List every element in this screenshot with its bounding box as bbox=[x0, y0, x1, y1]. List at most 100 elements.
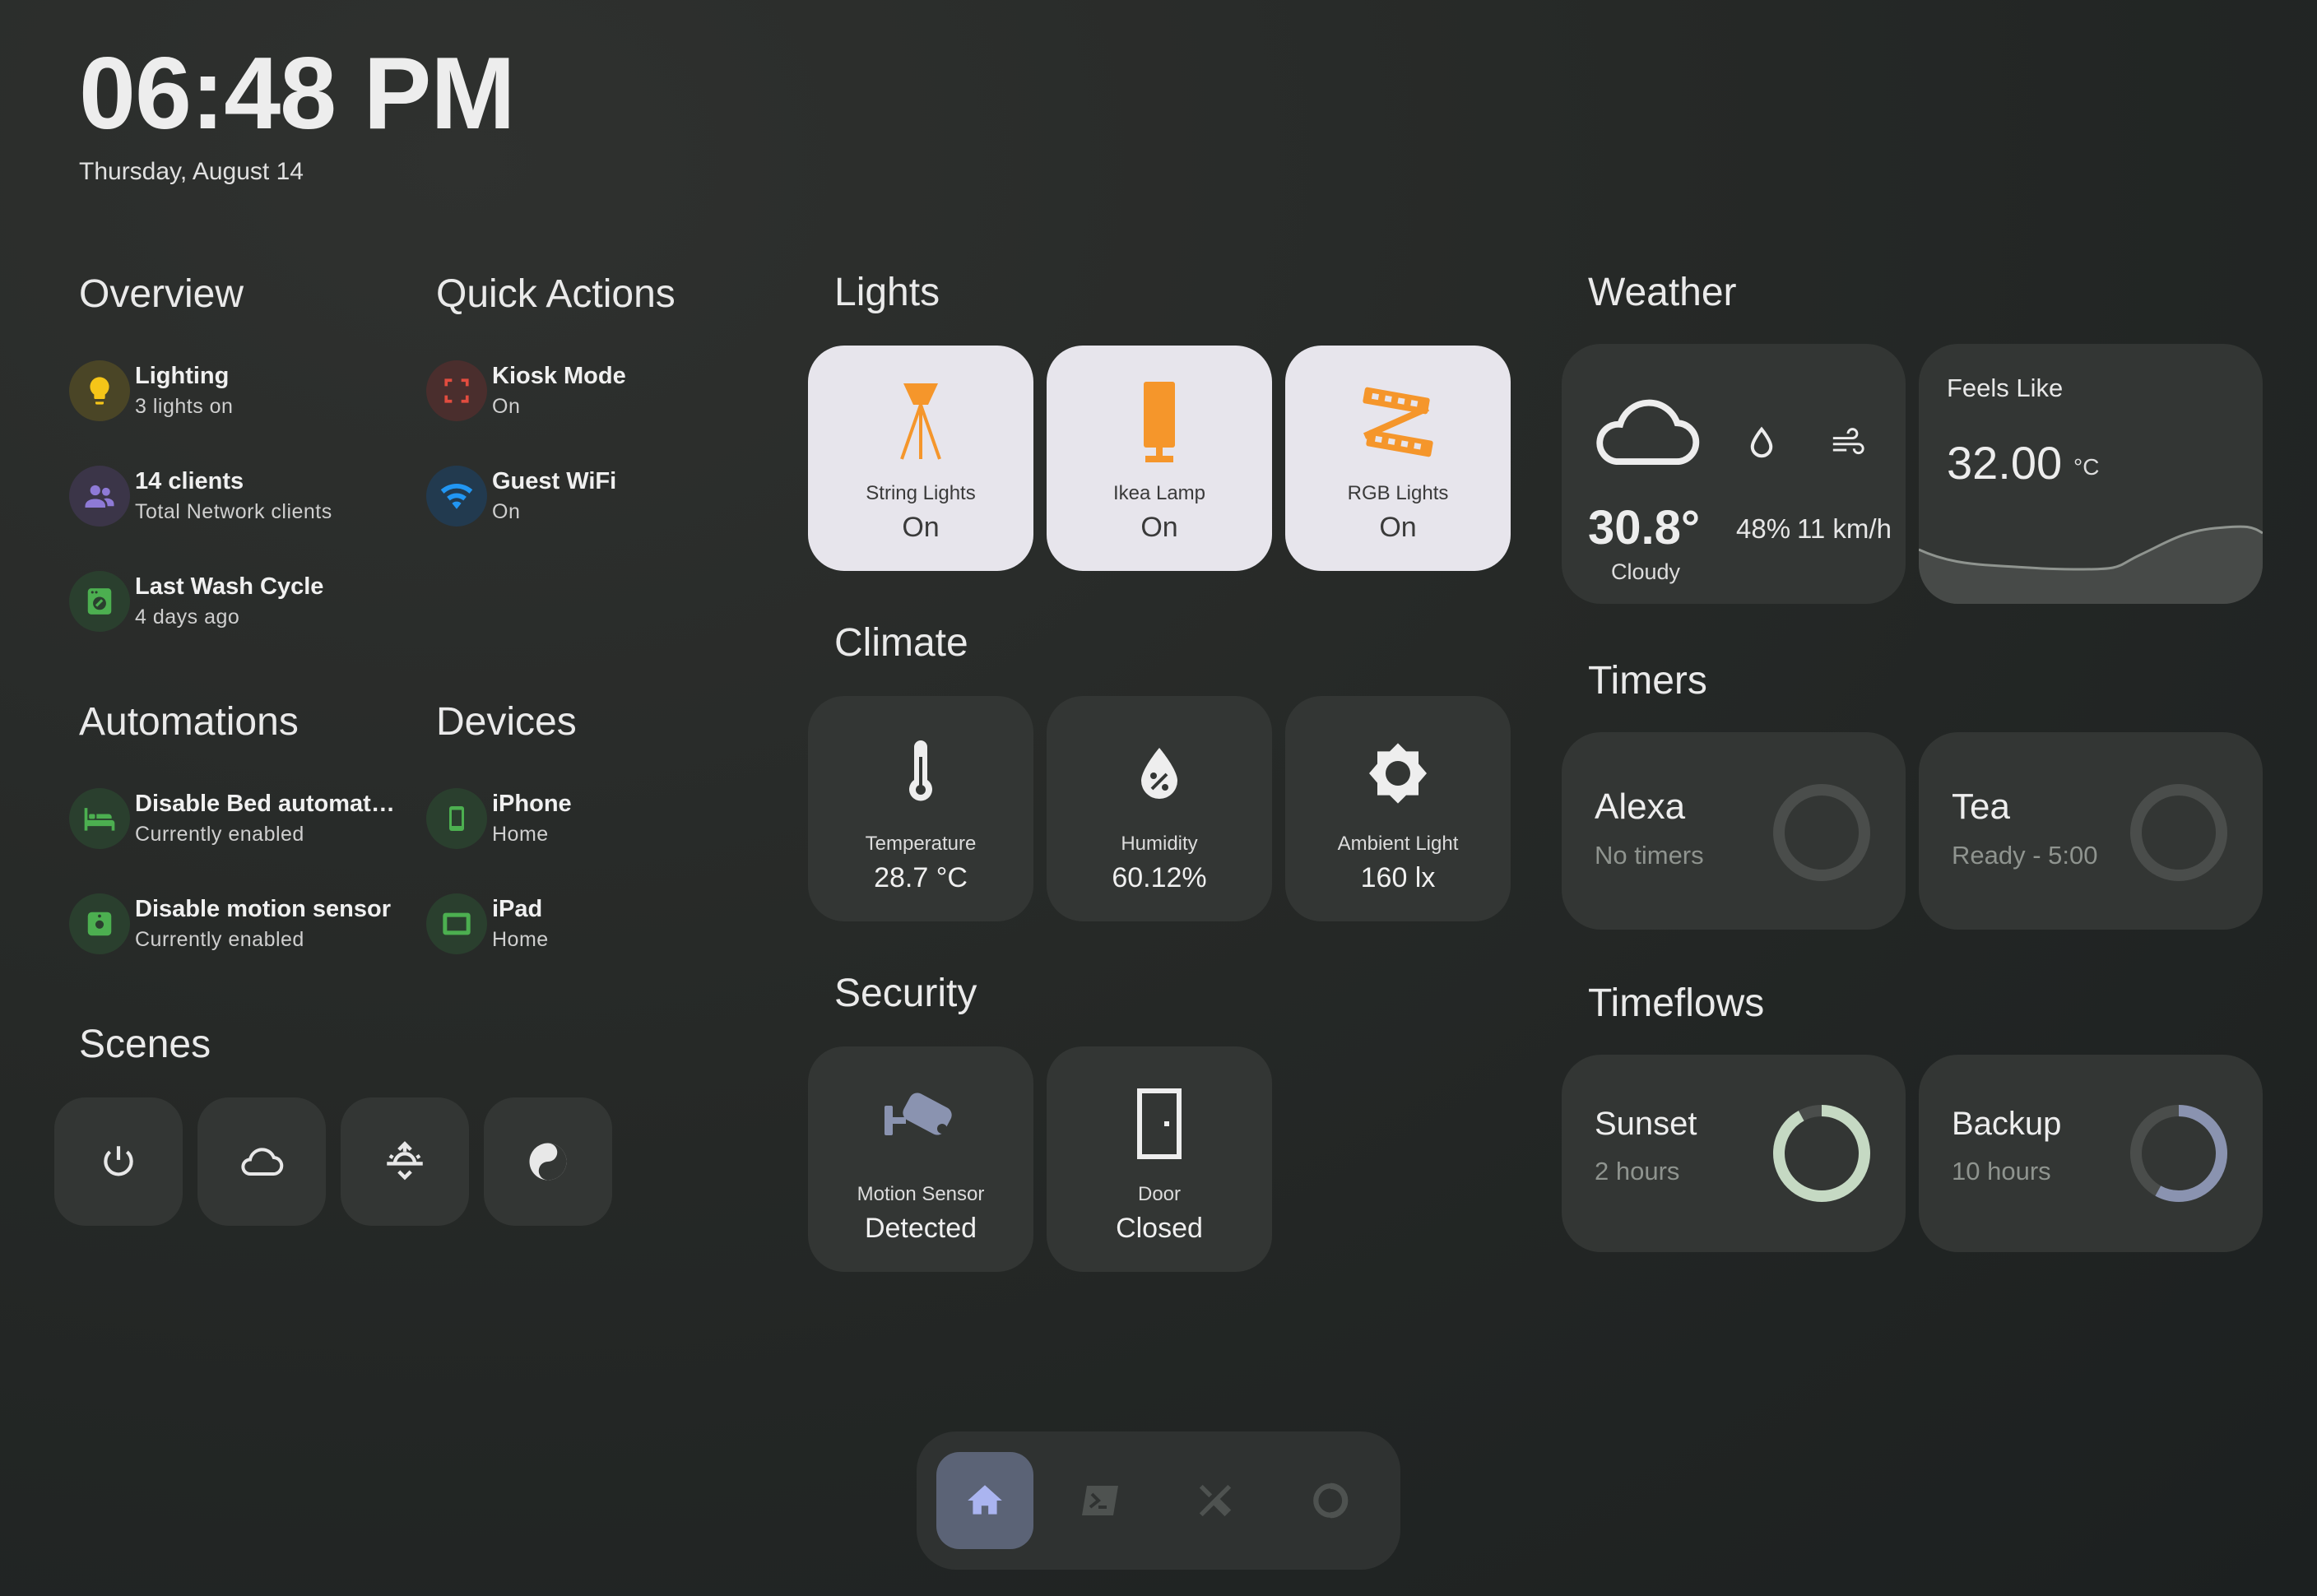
timer-card-tea[interactable]: Tea Ready - 5:00 bbox=[1919, 732, 2263, 930]
quick-actions-title: Quick Actions bbox=[436, 272, 676, 316]
door-icon bbox=[1135, 1074, 1184, 1173]
list-item-sub: 3 lights on bbox=[135, 395, 234, 418]
overview-lighting[interactable]: Lighting 3 lights on bbox=[69, 360, 233, 421]
lights-title: Lights bbox=[834, 271, 940, 314]
list-item-title: Disable Bed automat… bbox=[135, 791, 395, 817]
climate-tile-ambient-light[interactable]: Ambient Light 160 lx bbox=[1285, 696, 1511, 921]
clock-time: 06:48 PM bbox=[79, 37, 516, 151]
tile-label: RGB Lights bbox=[1347, 482, 1449, 504]
quick-action-guest-wifi[interactable]: Guest WiFi On bbox=[426, 466, 616, 527]
humidity-icon bbox=[1138, 724, 1181, 823]
feels-like-value: 32.00 bbox=[1947, 437, 2063, 489]
overview-wash[interactable]: Last Wash Cycle 4 days ago bbox=[69, 571, 323, 632]
light-tile-string-lights[interactable]: String Lights On bbox=[808, 346, 1033, 571]
timer-status: No timers bbox=[1595, 841, 1704, 870]
scenes-title: Scenes bbox=[79, 1023, 211, 1066]
string-lights-icon bbox=[892, 373, 950, 472]
light-tile-ikea-lamp[interactable]: Ikea Lamp On bbox=[1047, 346, 1272, 571]
timers-title: Timers bbox=[1588, 659, 1707, 703]
overview-clients[interactable]: 14 clients Total Network clients bbox=[69, 466, 332, 527]
tile-value: 60.12% bbox=[1112, 862, 1207, 893]
timer-ring bbox=[1773, 784, 1870, 881]
scene-yin-yang-button[interactable] bbox=[484, 1097, 612, 1226]
cloud-icon bbox=[241, 1148, 284, 1176]
nav-tools-button[interactable] bbox=[1167, 1452, 1264, 1549]
thermometer-icon bbox=[903, 724, 939, 823]
tile-label: Door bbox=[1137, 1183, 1182, 1205]
weather-temperature: 30.8° bbox=[1588, 501, 1701, 554]
list-item-title: 14 clients bbox=[135, 468, 244, 494]
timeflow-card-backup[interactable]: Backup 10 hours bbox=[1919, 1055, 2263, 1252]
light-tile-rgb-lights[interactable]: RGB Lights On bbox=[1285, 346, 1511, 571]
list-item-title: Kiosk Mode bbox=[492, 363, 626, 389]
timeflow-name: Sunset bbox=[1595, 1106, 1697, 1142]
weather-wind: 11 km/h bbox=[1797, 513, 1892, 544]
security-tile-motion-sensor[interactable]: Motion Sensor Detected bbox=[808, 1046, 1033, 1272]
wind-icon bbox=[1832, 428, 1864, 455]
tile-label: Motion Sensor bbox=[857, 1183, 985, 1205]
device-ipad[interactable]: iPad Home bbox=[426, 893, 549, 954]
tile-value: On bbox=[1379, 512, 1417, 543]
weather-condition: Cloudy bbox=[1611, 559, 1681, 584]
timer-status: Ready - 5:00 bbox=[1952, 841, 2098, 870]
climate-tile-temperature[interactable]: Temperature 28.7 °C bbox=[808, 696, 1033, 921]
overview-title: Overview bbox=[79, 272, 244, 316]
security-tile-door[interactable]: Door Closed bbox=[1047, 1046, 1272, 1272]
wifi-icon bbox=[426, 466, 487, 527]
automation-bed[interactable]: Disable Bed automat… Currently enabled bbox=[69, 788, 395, 849]
timer-ring bbox=[2130, 784, 2227, 881]
timeflows-title: Timeflows bbox=[1588, 981, 1765, 1025]
scene-sunset-button[interactable] bbox=[341, 1097, 469, 1226]
scene-power-button[interactable] bbox=[54, 1097, 183, 1226]
tile-value: 28.7 °C bbox=[874, 862, 968, 893]
lightbulb-icon bbox=[69, 360, 130, 421]
weather-card[interactable]: 30.8° Cloudy 48% 11 km/h bbox=[1562, 344, 1906, 604]
automations-title: Automations bbox=[79, 700, 299, 744]
timeflow-remaining: 10 hours bbox=[1952, 1157, 2051, 1185]
nav-home-button[interactable] bbox=[936, 1452, 1033, 1549]
nav-terminal-button[interactable] bbox=[1052, 1452, 1149, 1549]
tile-value: On bbox=[902, 512, 940, 543]
tile-label: Ikea Lamp bbox=[1112, 482, 1206, 504]
washing-machine-icon bbox=[69, 571, 130, 632]
tile-value: Detected bbox=[864, 1213, 977, 1244]
led-strip-icon bbox=[1358, 373, 1437, 472]
list-item-sub: Home bbox=[492, 823, 549, 846]
timer-card-alexa[interactable]: Alexa No timers bbox=[1562, 732, 1906, 930]
list-item-title: Lighting bbox=[135, 363, 230, 389]
automation-motion[interactable]: Disable motion sensor Currently enabled bbox=[69, 893, 391, 954]
terminal-icon bbox=[1082, 1486, 1118, 1515]
scene-cloud-button[interactable] bbox=[197, 1097, 326, 1226]
brightness-icon bbox=[1365, 724, 1431, 823]
lamp-icon bbox=[1139, 373, 1180, 472]
timeflow-card-sunset[interactable]: Sunset 2 hours bbox=[1562, 1055, 1906, 1252]
feels-like-card[interactable]: Feels Like 32.00 °C bbox=[1919, 344, 2263, 604]
nav-circle-button[interactable] bbox=[1282, 1452, 1379, 1549]
climate-tile-humidity[interactable]: Humidity 60.12% bbox=[1047, 696, 1272, 921]
phone-icon bbox=[426, 788, 487, 849]
tile-value: Closed bbox=[1116, 1213, 1203, 1244]
security-camera-icon bbox=[881, 1074, 960, 1173]
list-item-sub: Total Network clients bbox=[135, 500, 332, 523]
tools-icon bbox=[1199, 1484, 1232, 1517]
timer-name: Tea bbox=[1952, 786, 2010, 827]
weather-humidity: 48% bbox=[1736, 513, 1791, 544]
tile-value: On bbox=[1140, 512, 1178, 543]
sunset-icon bbox=[387, 1141, 423, 1181]
feels-like-label: Feels Like bbox=[1947, 373, 2064, 402]
devices-title: Devices bbox=[436, 700, 577, 744]
list-item-sub: Currently enabled bbox=[135, 928, 304, 951]
tile-label: Humidity bbox=[1121, 833, 1198, 855]
home-icon bbox=[968, 1485, 1002, 1515]
device-iphone[interactable]: iPhone Home bbox=[426, 788, 572, 849]
timeflow-name: Backup bbox=[1952, 1106, 2062, 1142]
tile-value: 160 lx bbox=[1360, 862, 1436, 893]
cloud-icon bbox=[1596, 399, 1700, 465]
list-item-title: iPhone bbox=[492, 791, 572, 817]
tile-label: String Lights bbox=[866, 482, 976, 504]
bed-icon bbox=[69, 788, 130, 849]
timeflow-progress-ring bbox=[2130, 1105, 2227, 1202]
list-item-title: Guest WiFi bbox=[492, 468, 617, 494]
quick-action-kiosk[interactable]: Kiosk Mode On bbox=[426, 360, 626, 421]
list-item-title: Disable motion sensor bbox=[135, 896, 392, 922]
